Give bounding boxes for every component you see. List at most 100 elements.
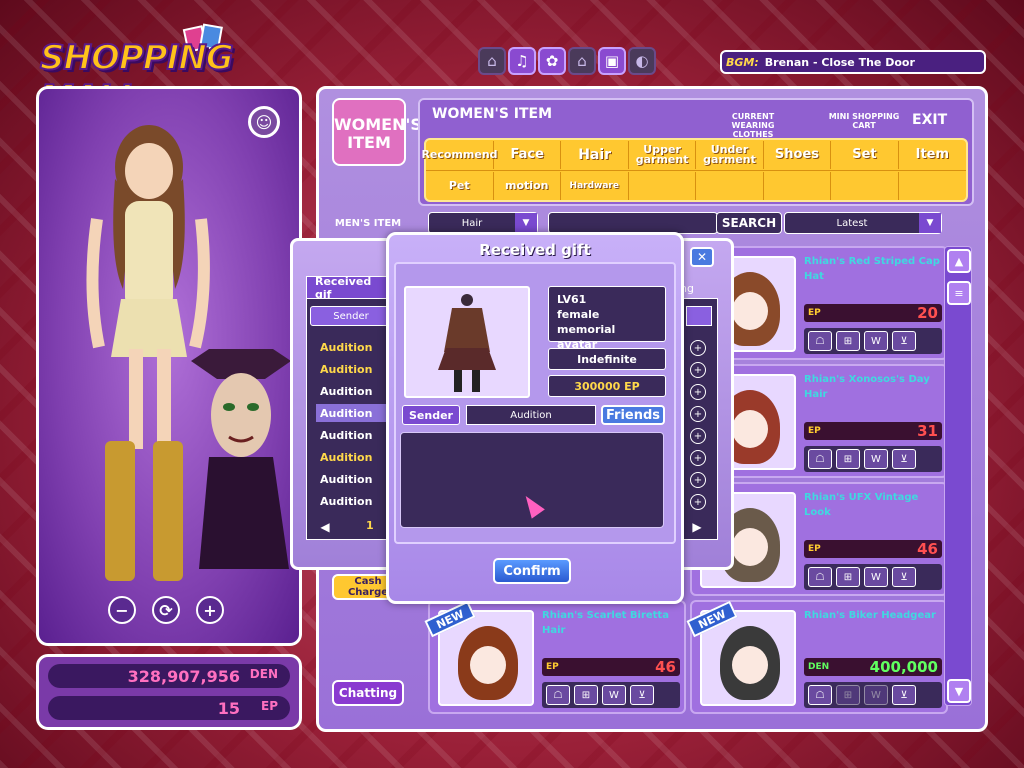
category-tabs: Recommend Face Hair Upper garment Under … [421,138,968,202]
confirm-button[interactable]: Confirm [493,558,571,584]
music-icon[interactable]: ♫ [508,47,536,75]
gift-icon[interactable]: ⊞ [836,449,860,469]
cart-icon[interactable]: ⊻ [892,685,916,705]
cart-icon[interactable]: ⊻ [630,685,654,705]
zoom-in-icon[interactable]: + [196,596,224,624]
cart-icon[interactable]: ⊻ [892,449,916,469]
womens-item-category-logo[interactable]: WOMEN'S ITEM [332,98,422,166]
expand-icon[interactable]: + [690,428,706,444]
try-on-icon[interactable]: ☖ [808,449,832,469]
list-item[interactable]: Audition [316,470,388,488]
shopping-mall-logo: SHOPPING MALL [39,37,235,119]
expand-icon[interactable]: + [690,362,706,378]
cart-icon[interactable]: ⊻ [892,567,916,587]
wishlist-icon: W [864,685,888,705]
received-gifts-tab[interactable]: Received gif [306,275,388,301]
tab-motion[interactable]: motion [494,171,561,200]
list-item[interactable]: Audition [316,448,388,466]
wishlist-icon[interactable]: W [864,331,888,351]
wishlist-icon[interactable]: W [602,685,626,705]
wishlist-icon[interactable]: W [864,449,888,469]
tab-under-garment[interactable]: Under garment [696,141,764,169]
exit-button[interactable]: EXIT [912,112,947,128]
scroll-up-icon[interactable]: ▲ [947,249,971,273]
scroll-down-icon[interactable]: ▼ [947,679,971,703]
list-item[interactable]: Audition [316,360,388,378]
try-on-icon[interactable]: ☖ [808,331,832,351]
house-icon[interactable]: ⌂ [478,47,506,75]
tab-pet[interactable]: Pet [426,171,494,200]
sort-dropdown[interactable]: Latest ▼ [784,212,942,234]
prev-page-icon[interactable]: ◀ [316,518,334,536]
cart-icon[interactable]: ⊻ [892,331,916,351]
clock-icon[interactable]: ◐ [628,47,656,75]
list-item[interactable]: Audition [316,382,388,400]
try-on-icon[interactable]: ☖ [546,685,570,705]
flower-icon[interactable]: ✿ [538,47,566,75]
tab-shoes[interactable]: Shoes [764,141,832,169]
try-on-icon[interactable]: ☖ [808,685,832,705]
search-input[interactable] [548,212,718,234]
search-button[interactable]: SEARCH [716,212,782,234]
tab-empty [831,171,899,200]
item-card[interactable]: Rhian's Scarlet Biretta Hair EP 46 ☖ ⊞ W … [424,600,686,714]
tv-icon[interactable]: ▣ [598,47,626,75]
mini-shopping-cart-link[interactable]: MINI SHOPPING CART [818,112,910,130]
item-name: Rhian's Scarlet Biretta Hair [542,610,669,636]
item-scrollbar[interactable]: ▲ ≡ ▼ [944,246,972,706]
expand-icon[interactable]: + [690,406,706,422]
list-item[interactable]: Audition [316,492,388,510]
mens-item-button[interactable]: MEN'S ITEM [332,218,404,229]
scroll-thumb[interactable]: ≡ [947,281,971,305]
expand-icon[interactable]: + [690,494,706,510]
list-item[interactable]: Audition [316,404,388,422]
category-dropdown[interactable]: Hair ▼ [428,212,538,234]
tab-recommend[interactable]: Recommend [421,141,498,169]
friends-button[interactable]: Friends [601,405,665,425]
bgm-track: Brenan - Close The Door [764,55,915,69]
den-value: 328,907,956 [127,666,240,686]
ep-balance: 15 EP [48,696,290,720]
next-page-icon[interactable]: ▶ [688,518,706,536]
tab-item[interactable]: Item [899,141,966,169]
wishlist-icon[interactable]: W [864,567,888,587]
bgm-label: BGM: [726,55,759,69]
zoom-out-icon[interactable]: − [108,596,136,624]
tab-set[interactable]: Set [831,141,899,169]
gift-icon[interactable]: ⊞ [574,685,598,705]
tab-hair[interactable]: Hair [561,141,629,169]
item-card[interactable]: Rhian's Biker Headgear DEN 400,000 ☖ ⊞ W … [686,600,948,714]
try-on-icon[interactable]: ☖ [808,567,832,587]
tab-face[interactable]: Face [494,141,562,169]
item-actions: ☖ ⊞ W ⊻ [804,564,942,590]
ep-value: 15 [217,698,240,718]
tab-empty [764,171,831,200]
chevron-down-icon[interactable]: ▼ [515,213,537,233]
item-price: DEN 400,000 [804,658,942,676]
expand-icon[interactable]: + [690,472,706,488]
gift-gender: female [557,308,600,321]
chevron-down-icon[interactable]: ▼ [919,213,941,233]
chatting-button[interactable]: Chatting [332,680,404,706]
gift-icon[interactable]: ⊞ [836,331,860,351]
bgm-bar[interactable]: BGM: Brenan - Close The Door [720,50,986,74]
tab-upper-garment[interactable]: Upper garment [629,141,697,169]
gift-info: LV61 female memorial avatar [548,286,666,351]
expand-icon[interactable]: + [690,340,706,356]
gift-icon[interactable]: ⊞ [836,567,860,587]
sender-value: Audition [466,405,596,425]
user-profile-icon[interactable]: ☺ [248,106,280,138]
tab-hardware[interactable]: Hardware [561,171,629,200]
list-item[interactable]: Audition [316,338,388,356]
item-price: EP 46 [804,540,942,558]
expand-icon[interactable]: + [690,384,706,400]
list-item[interactable]: Audition [316,426,388,444]
ep-unit: EP [261,699,278,713]
expand-icon[interactable]: + [690,450,706,466]
current-wearing-clothes-link[interactable]: CURRENT WEARING CLOTHES [712,112,794,139]
close-icon[interactable]: ✕ [690,247,714,267]
house-icon[interactable]: ⌂ [568,47,596,75]
gift-price: 300000 EP [548,375,666,397]
tab-empty [696,171,764,200]
rotate-icon[interactable]: ⟳ [152,596,180,624]
